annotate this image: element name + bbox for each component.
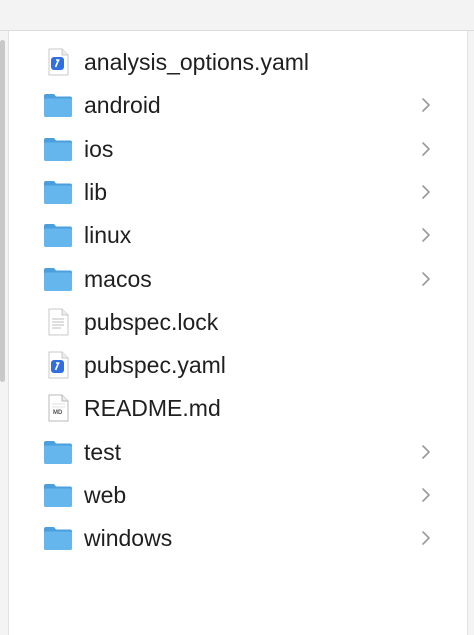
folder-icon: [43, 91, 73, 119]
md-badge-label: MD: [53, 410, 63, 417]
folder-row[interactable]: test: [9, 432, 467, 472]
folder-icon: [43, 265, 73, 293]
file-name-label: test: [84, 438, 122, 465]
file-name-label: macos: [84, 265, 152, 292]
chevron-right-icon[interactable]: [419, 444, 433, 460]
file-name-label: linux: [84, 222, 132, 249]
file-name-label: pubspec.lock: [84, 308, 219, 335]
folder-row[interactable]: macos: [9, 259, 467, 299]
folder-row[interactable]: windows: [9, 518, 467, 558]
chevron-right-icon[interactable]: [419, 487, 433, 503]
folder-row[interactable]: linux: [9, 215, 467, 255]
file-list: analysis_options.yaml android ios lib li…: [8, 31, 468, 635]
file-row[interactable]: pubspec.lock: [9, 302, 467, 342]
folder-row[interactable]: android: [9, 85, 467, 125]
file-name-label: android: [84, 92, 161, 119]
text-file-icon: [43, 308, 73, 336]
folder-icon: [43, 481, 73, 509]
folder-row[interactable]: lib: [9, 172, 467, 212]
chevron-right-icon[interactable]: [419, 227, 433, 243]
window-top-strip: [0, 0, 474, 31]
file-name-label: lib: [84, 178, 108, 205]
folder-icon: [43, 524, 73, 552]
file-name-label: README.md: [84, 395, 221, 422]
folder-icon: [43, 135, 73, 163]
file-name-label: ios: [84, 135, 114, 162]
folder-icon: [43, 178, 73, 206]
chevron-right-icon[interactable]: [419, 271, 433, 287]
folder-row[interactable]: ios: [9, 129, 467, 169]
chevron-right-icon[interactable]: [419, 184, 433, 200]
file-row[interactable]: pubspec.yaml: [9, 345, 467, 385]
file-name-label: pubspec.yaml: [84, 352, 226, 379]
file-name-label: analysis_options.yaml: [84, 49, 310, 75]
sidebar-scrollbar[interactable]: [0, 40, 5, 382]
folder-icon: [43, 438, 73, 466]
markdown-file-icon: MD: [43, 394, 73, 422]
yaml-file-icon: [43, 351, 73, 379]
yaml-file-icon: [43, 48, 73, 76]
file-row[interactable]: analysis_options.yaml: [9, 42, 467, 82]
folder-icon: [43, 221, 73, 249]
file-row[interactable]: MD README.md: [9, 388, 467, 428]
file-name-label: web: [84, 482, 127, 508]
chevron-right-icon[interactable]: [419, 530, 433, 546]
folder-row[interactable]: web: [9, 475, 467, 515]
chevron-right-icon[interactable]: [419, 141, 433, 157]
file-name-label: windows: [84, 525, 173, 552]
chevron-right-icon[interactable]: [419, 97, 433, 113]
